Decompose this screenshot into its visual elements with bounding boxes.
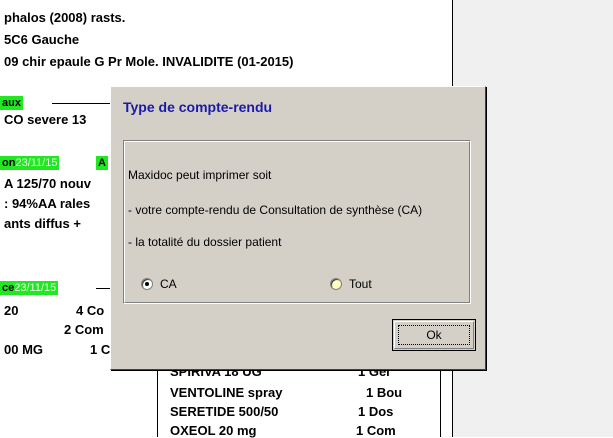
- radio-ca-label[interactable]: CA: [160, 277, 177, 291]
- section-tag-3: ce23/11/15: [0, 281, 59, 295]
- radio-tout-label[interactable]: Tout: [349, 277, 372, 291]
- report-type-dialog: Type de compte-rendu Maxidoc peut imprim…: [110, 86, 486, 370]
- med-qty-4: 1 Com: [356, 423, 396, 438]
- section-tag-2: on23/11/15: [0, 156, 60, 170]
- history-line-2: 5C6 Gauche: [4, 32, 80, 47]
- med-name-3: SERETIDE 500/50: [170, 404, 279, 419]
- record-row-7a: 00 MG: [4, 342, 44, 357]
- section-tag-2-label: on: [2, 157, 16, 169]
- radio-ca-circle[interactable]: [141, 278, 153, 290]
- history-line-1: phalos (2008) rasts.: [4, 10, 126, 25]
- options-group: Maxidoc peut imprimer soit - votre compt…: [123, 140, 471, 304]
- med-qty-3: 1 Dos: [358, 404, 394, 419]
- radio-selected-dot: [145, 282, 149, 286]
- dialog-title: Type de compte-rendu: [123, 99, 273, 115]
- record-row-5a: 20: [4, 303, 19, 318]
- dialog-intro: Maxidoc peut imprimer soit: [128, 168, 272, 182]
- history-line-3: 09 chir epaule G Pr Mole. INVALIDITE (01…: [4, 54, 294, 69]
- ok-button-label[interactable]: Ok: [426, 328, 441, 342]
- record-row-3: : 94%AA rales: [4, 196, 91, 211]
- med-name-4: OXEOL 20 mg: [170, 423, 257, 438]
- ok-button-focus: Ok: [398, 325, 470, 345]
- med-qty-2: 1 Bou: [366, 385, 403, 400]
- section-tag-2b: A: [96, 156, 108, 170]
- record-row-4: ants diffus +: [4, 216, 81, 231]
- section-tag-3-label: ce: [2, 282, 15, 294]
- med-name-2: VENTOLINE spray: [170, 385, 283, 400]
- radio-ca[interactable]: CA: [141, 277, 177, 291]
- meds-box-left: [157, 368, 158, 437]
- radio-tout[interactable]: Tout: [330, 277, 372, 291]
- section-tag-2-date: 23/11/15: [15, 157, 58, 169]
- ok-button[interactable]: Ok: [392, 319, 476, 351]
- record-row-7b: 1 C: [90, 342, 111, 357]
- option-description-tout: - la totalité du dossier patient: [128, 235, 282, 249]
- section-tag-3-date: 23/11/15: [14, 282, 57, 294]
- record-row-1: CO severe 13: [4, 112, 87, 127]
- record-row-6: 2 Com: [64, 322, 104, 337]
- section-rule-3: [96, 288, 110, 289]
- record-row-2: A 125/70 nouv: [4, 176, 91, 191]
- radio-tout-circle[interactable]: [330, 278, 342, 290]
- option-description-ca: - votre compte-rendu de Consultation de …: [128, 203, 423, 217]
- section-rule-1: [52, 103, 110, 104]
- section-tag-1: aux: [0, 96, 23, 110]
- record-row-5b: 4 Co: [76, 303, 105, 318]
- meds-box-right: [440, 368, 441, 437]
